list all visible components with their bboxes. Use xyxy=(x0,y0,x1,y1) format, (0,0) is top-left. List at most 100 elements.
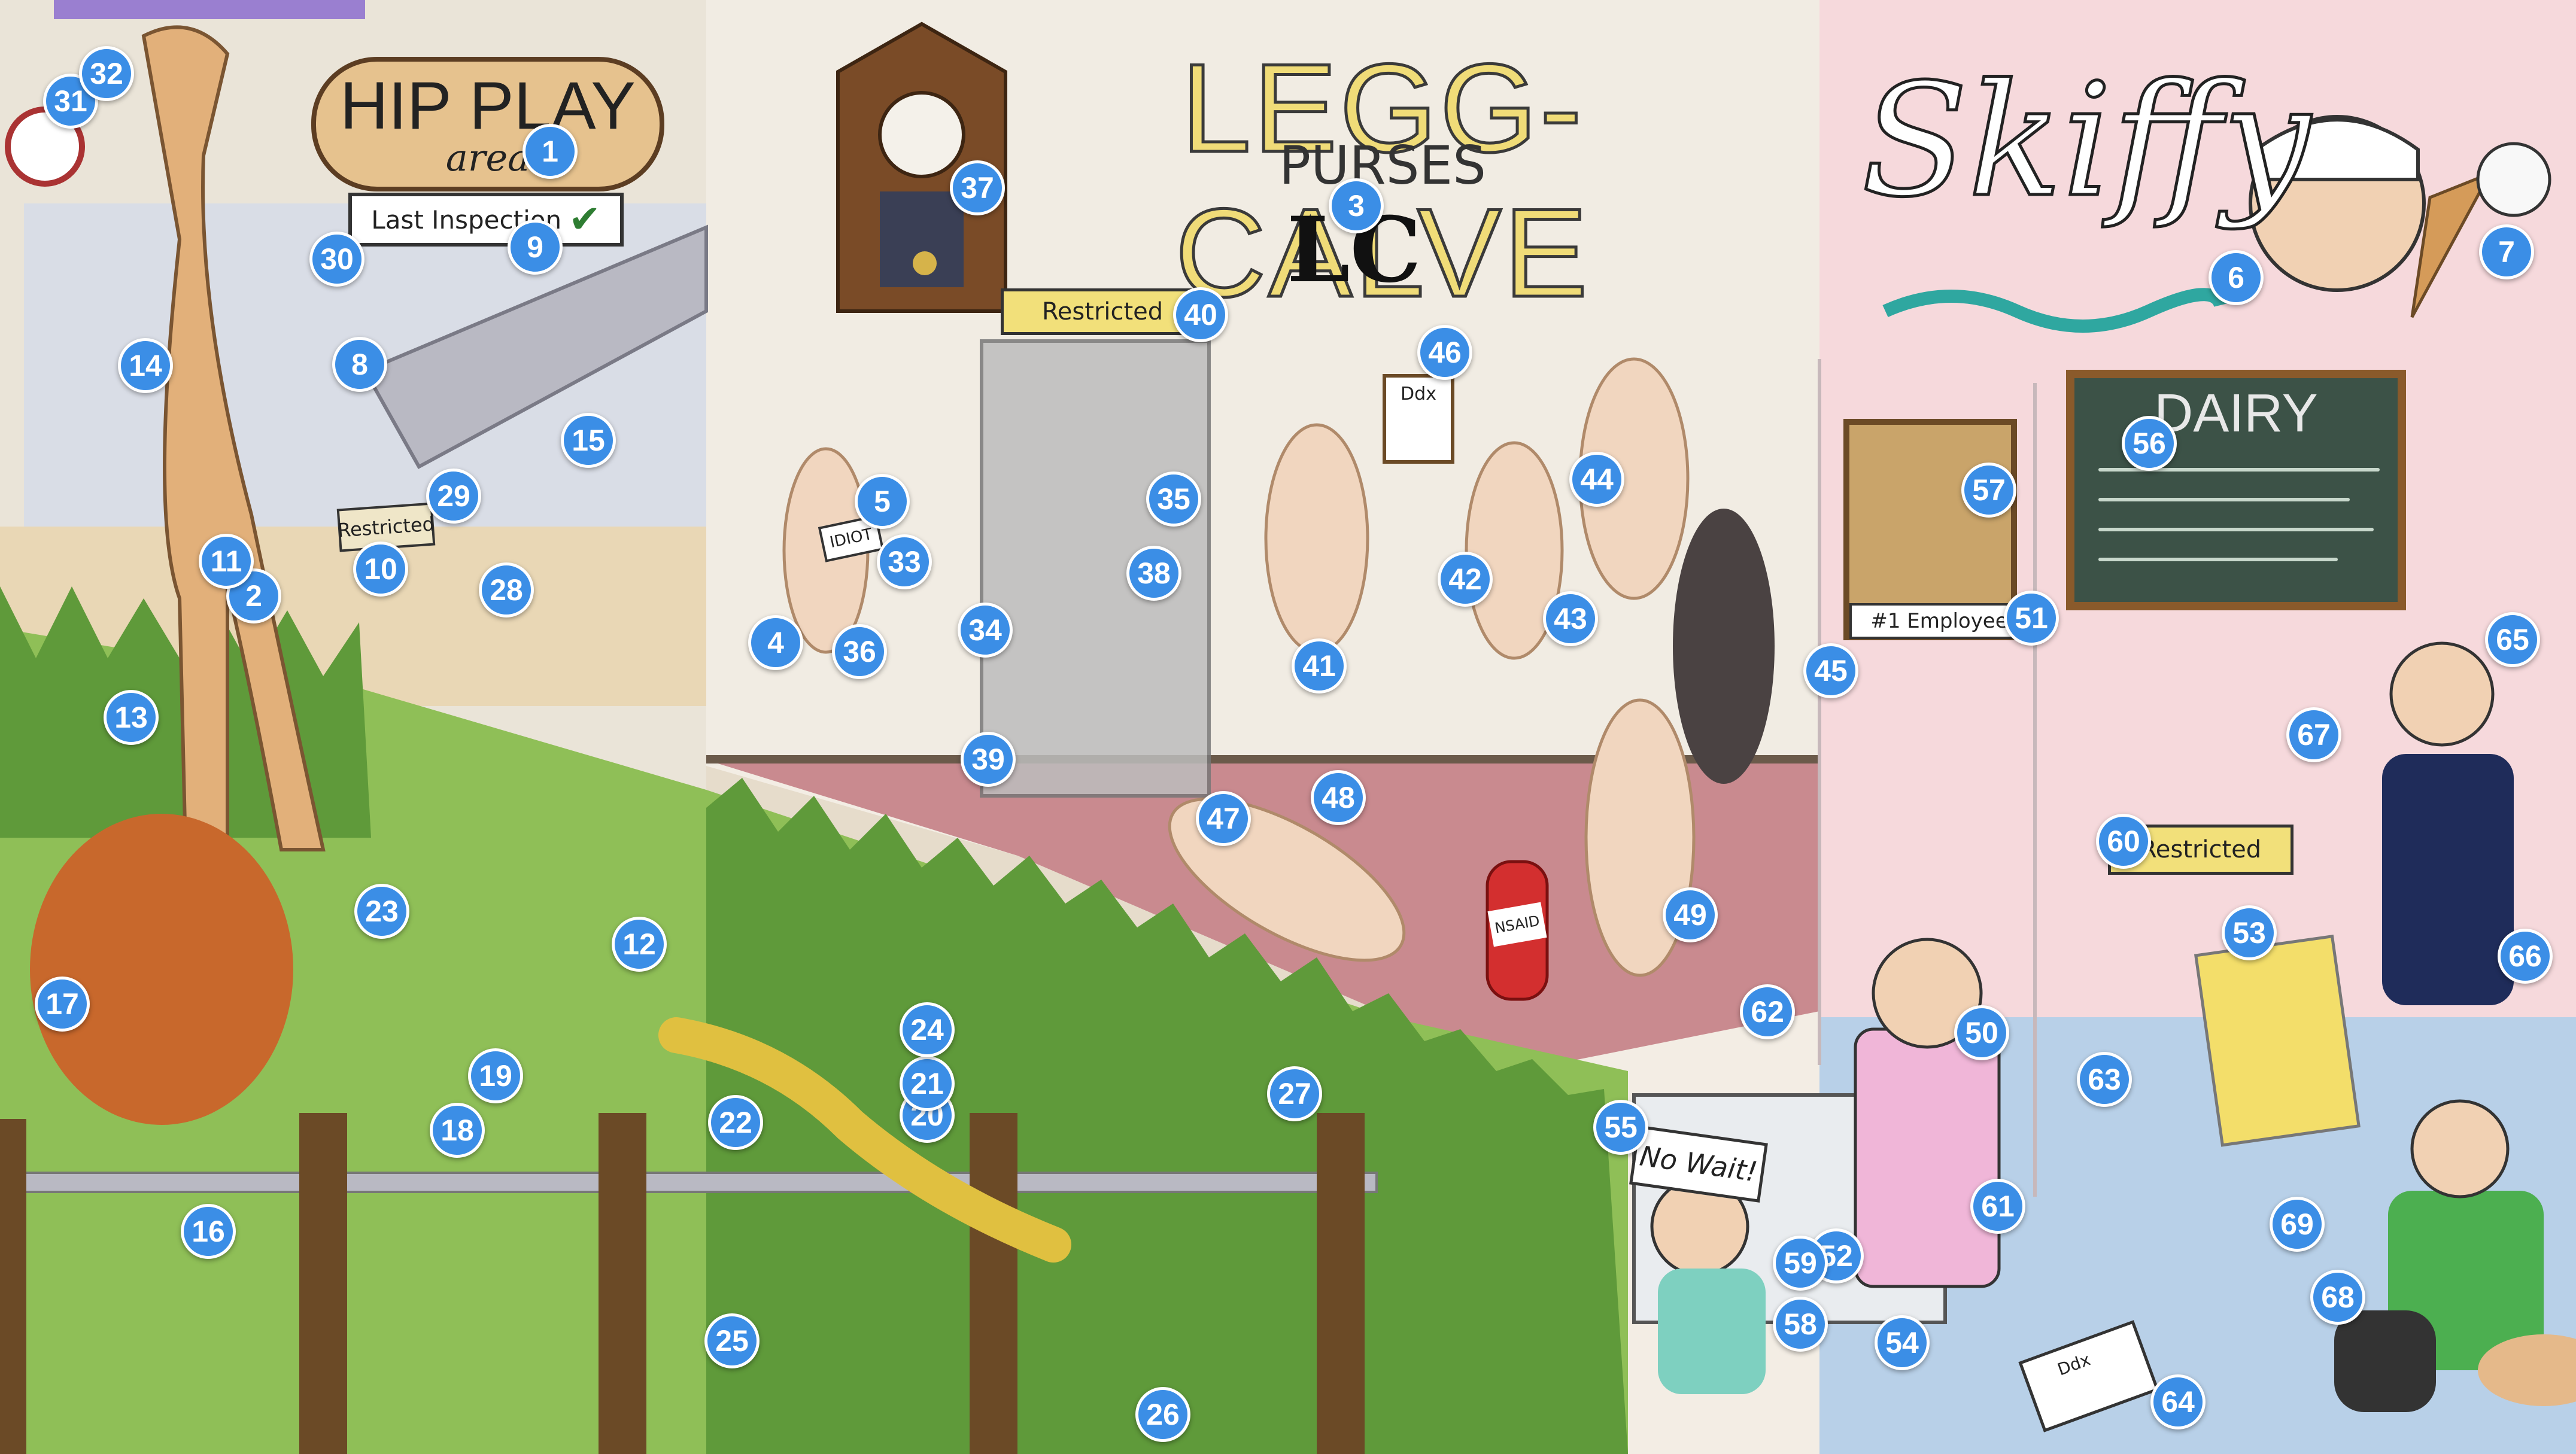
marker-1[interactable]: 1 xyxy=(523,124,578,179)
dairy-chalkboard: DAIRY xyxy=(2066,370,2406,610)
marker-49[interactable]: 49 xyxy=(1663,887,1718,942)
fence-post xyxy=(0,1119,26,1454)
game-scene: HIP PLAY area Last Inspection ✔ Restrict… xyxy=(0,0,2576,1454)
marker-14[interactable]: 14 xyxy=(118,338,173,393)
marker-33[interactable]: 33 xyxy=(877,534,932,589)
idiot-tag-text: IDIOT xyxy=(828,525,874,552)
yellow-crate xyxy=(2194,935,2361,1147)
marker-50[interactable]: 50 xyxy=(1954,1005,2009,1060)
last-inspection-sign: Last Inspection ✔ xyxy=(348,193,624,247)
hip-play-subtitle: area xyxy=(445,135,530,180)
marker-58[interactable]: 58 xyxy=(1773,1297,1828,1352)
hip-play-area-sign: HIP PLAY area xyxy=(311,57,664,191)
marker-41[interactable]: 41 xyxy=(1292,638,1347,693)
marker-39[interactable]: 39 xyxy=(961,732,1016,787)
marker-32[interactable]: 32 xyxy=(79,46,134,101)
marker-17[interactable]: 17 xyxy=(35,977,90,1032)
marker-8[interactable]: 8 xyxy=(332,337,387,392)
employee-uniform xyxy=(2382,754,2514,1005)
apron xyxy=(1854,1027,2001,1288)
marker-21[interactable]: 21 xyxy=(900,1056,955,1111)
nsaid-text: NSAID xyxy=(1493,912,1541,937)
fence-post xyxy=(599,1113,646,1454)
marker-27[interactable]: 27 xyxy=(1267,1066,1322,1121)
marker-64[interactable]: 64 xyxy=(2150,1374,2206,1429)
orangutan xyxy=(30,814,293,1125)
marker-48[interactable]: 48 xyxy=(1311,770,1366,825)
marker-30[interactable]: 30 xyxy=(309,232,364,287)
marker-59[interactable]: 59 xyxy=(1773,1236,1828,1291)
restricted-door-text: Restricted xyxy=(1041,298,1164,326)
dark-mannequin xyxy=(1673,509,1775,784)
marker-69[interactable]: 69 xyxy=(2270,1197,2325,1252)
employee-face xyxy=(2389,641,2495,747)
purses-subtitle: PURSES xyxy=(1279,135,1486,196)
no-wait-text: No Wait! xyxy=(1638,1139,1760,1188)
marker-3[interactable]: 3 xyxy=(1329,178,1384,233)
boy-shirt xyxy=(1658,1269,1766,1394)
marker-24[interactable]: 24 xyxy=(900,1002,955,1057)
marker-60[interactable]: 60 xyxy=(2096,814,2151,869)
marker-40[interactable]: 40 xyxy=(1173,287,1228,342)
marker-36[interactable]: 36 xyxy=(832,624,887,679)
marker-35[interactable]: 35 xyxy=(1146,472,1201,527)
marker-43[interactable]: 43 xyxy=(1543,591,1598,646)
marker-65[interactable]: 65 xyxy=(2485,612,2540,667)
marker-13[interactable]: 13 xyxy=(104,690,159,745)
fence-post xyxy=(1317,1113,1365,1454)
hip-play-title: HIP PLAY xyxy=(340,68,636,143)
marker-23[interactable]: 23 xyxy=(354,884,409,939)
marker-47[interactable]: 47 xyxy=(1196,791,1251,846)
marker-67[interactable]: 67 xyxy=(2286,707,2341,762)
marker-54[interactable]: 54 xyxy=(1875,1315,1930,1370)
freezer-restricted-text: Restricted xyxy=(2140,836,2262,863)
fence-post xyxy=(970,1113,1017,1454)
marker-10[interactable]: 10 xyxy=(353,542,408,597)
skiffy-store-logo: Skiffy xyxy=(1860,50,2312,233)
marker-51[interactable]: 51 xyxy=(2004,591,2059,646)
employee-plaque: #1 Employee xyxy=(1849,603,2029,639)
marker-9[interactable]: 9 xyxy=(508,220,563,275)
marker-55[interactable]: 55 xyxy=(1593,1100,1648,1155)
fence-post xyxy=(299,1113,347,1454)
marker-63[interactable]: 63 xyxy=(2077,1052,2132,1107)
marker-4[interactable]: 4 xyxy=(748,615,803,670)
marker-25[interactable]: 25 xyxy=(704,1313,760,1368)
top-awning xyxy=(54,0,365,19)
ddx-floor-text: Ddx xyxy=(2055,1349,2093,1380)
marker-45[interactable]: 45 xyxy=(1803,643,1858,698)
marker-57[interactable]: 57 xyxy=(1961,463,2016,518)
marker-26[interactable]: 26 xyxy=(1135,1387,1190,1442)
ddx-wall-text: Ddx xyxy=(1401,384,1436,404)
marker-19[interactable]: 19 xyxy=(468,1048,523,1103)
fence-rail xyxy=(0,1172,1378,1193)
marker-22[interactable]: 22 xyxy=(708,1095,763,1150)
marker-18[interactable]: 18 xyxy=(430,1103,485,1158)
marker-7[interactable]: 7 xyxy=(2479,224,2534,279)
ddx-wall-clipboard: Ddx xyxy=(1383,374,1454,464)
marker-34[interactable]: 34 xyxy=(958,603,1013,658)
marker-42[interactable]: 42 xyxy=(1438,552,1493,607)
marker-53[interactable]: 53 xyxy=(2222,905,2277,960)
skull-purse xyxy=(2334,1310,2436,1412)
marker-28[interactable]: 28 xyxy=(479,562,534,618)
marker-29[interactable]: 29 xyxy=(426,469,481,524)
marker-5[interactable]: 5 xyxy=(855,474,910,529)
employee-plaque-text: #1 Employee xyxy=(1870,609,2008,633)
marker-68[interactable]: 68 xyxy=(2310,1270,2365,1325)
checkmark-icon: ✔ xyxy=(569,197,601,242)
marker-11[interactable]: 11 xyxy=(199,534,254,589)
marker-62[interactable]: 62 xyxy=(1740,984,1795,1039)
marker-61[interactable]: 61 xyxy=(1970,1179,2025,1234)
marker-16[interactable]: 16 xyxy=(181,1204,236,1259)
marker-44[interactable]: 44 xyxy=(1569,452,1624,507)
marker-37[interactable]: 37 xyxy=(950,160,1005,215)
marker-12[interactable]: 12 xyxy=(612,917,667,972)
marker-6[interactable]: 6 xyxy=(2209,250,2264,305)
marker-56[interactable]: 56 xyxy=(2122,416,2177,471)
marker-66[interactable]: 66 xyxy=(2498,929,2553,984)
giraffe-restricted-text: Restricted xyxy=(336,512,436,542)
marker-15[interactable]: 15 xyxy=(561,413,616,468)
marker-38[interactable]: 38 xyxy=(1126,546,1181,601)
marker-46[interactable]: 46 xyxy=(1417,325,1472,380)
